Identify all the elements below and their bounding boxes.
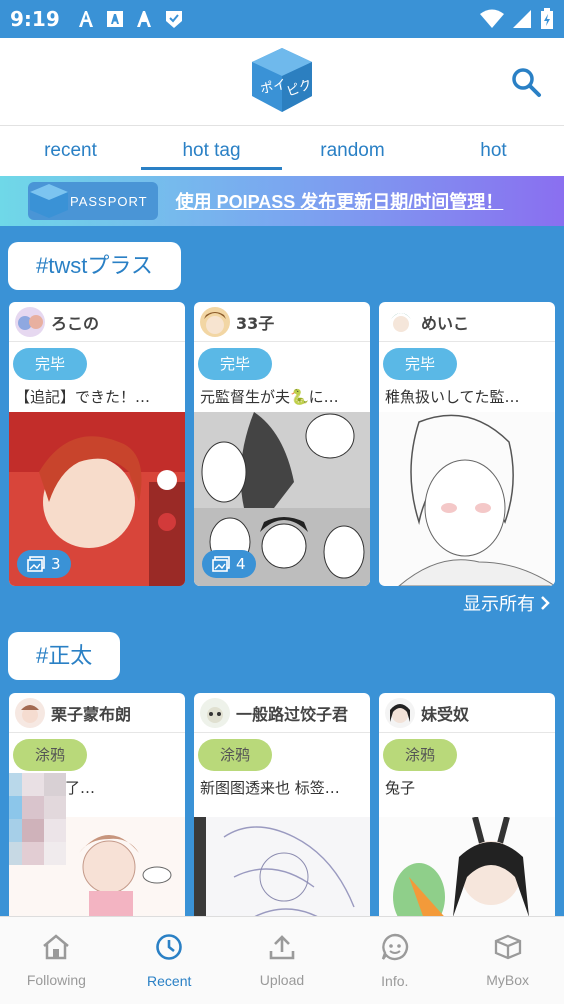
chevron-right-icon bbox=[541, 596, 550, 610]
avatar bbox=[200, 697, 230, 728]
nav-upload[interactable]: Upload bbox=[226, 917, 339, 1004]
status-badge: 涂鸦 bbox=[383, 739, 458, 771]
card-header[interactable]: ろこの bbox=[9, 302, 185, 342]
post-card[interactable]: 一般路过饺子君 涂鸦 新图图透来也 标签… bbox=[194, 693, 370, 933]
nav-label: Info. bbox=[381, 972, 409, 989]
wifi-icon bbox=[480, 9, 504, 28]
tab-random[interactable]: random bbox=[282, 126, 423, 176]
search-icon[interactable] bbox=[510, 66, 542, 98]
status-badge: 完毕 bbox=[383, 348, 458, 380]
tab-hot-tag[interactable]: hot tag bbox=[141, 126, 282, 176]
post-card[interactable]: 33子 完毕 元監督生が夫🐍に… 4 bbox=[194, 302, 370, 586]
post-description: 兔子 bbox=[385, 779, 416, 797]
chat-icon bbox=[381, 933, 408, 960]
app-header: ポイ ピク bbox=[0, 38, 564, 126]
font-box-icon bbox=[106, 11, 123, 27]
post-card[interactable]: めいこ 完毕 稚魚扱いしてた監… bbox=[379, 302, 555, 586]
font-a2-icon bbox=[136, 11, 151, 27]
show-all-link[interactable]: 显示所有 bbox=[463, 590, 550, 616]
user-name: 33子 bbox=[236, 313, 275, 333]
nav-label: Upload bbox=[259, 971, 305, 988]
image-count-badge: 3 bbox=[17, 550, 71, 578]
card-header[interactable]: 妹受奴 bbox=[379, 693, 555, 733]
avatar bbox=[200, 306, 230, 337]
nav-recent[interactable]: Recent bbox=[113, 917, 226, 1004]
images-icon bbox=[212, 556, 230, 572]
user-name: 妹受奴 bbox=[421, 704, 470, 724]
user-name: ろこの bbox=[51, 313, 100, 333]
signal-icon bbox=[513, 10, 531, 28]
home-icon bbox=[43, 933, 70, 959]
card-header[interactable]: 栗子蒙布朗 bbox=[9, 693, 185, 733]
status-time: 9:19 bbox=[10, 7, 60, 31]
card-header[interactable]: 一般路过饺子君 bbox=[194, 693, 370, 733]
post-thumbnail bbox=[379, 412, 555, 586]
image-count: 3 bbox=[51, 555, 61, 573]
banner-link[interactable]: 使用 POIPASS 发布更新日期/时间管理！ bbox=[176, 188, 504, 214]
bottom-navigation: Following Recent Upload Info. MyBox bbox=[0, 916, 564, 1004]
nav-label: Following bbox=[26, 971, 86, 988]
battery-icon bbox=[541, 8, 553, 29]
image-count-badge: 4 bbox=[202, 550, 256, 578]
font-a-icon bbox=[78, 11, 93, 27]
status-bar: 9:19 bbox=[0, 0, 564, 38]
image-count: 4 bbox=[236, 555, 246, 573]
card-header[interactable]: 33子 bbox=[194, 302, 370, 342]
blurred-overlay bbox=[9, 773, 66, 865]
shield-check-icon bbox=[165, 11, 182, 28]
post-description: 【追記】できた！… bbox=[15, 388, 151, 406]
nav-mybox[interactable]: MyBox bbox=[451, 917, 564, 1004]
avatar bbox=[385, 697, 415, 728]
hashtag-twst[interactable]: #twstプラス bbox=[8, 242, 181, 290]
tab-recent[interactable]: recent bbox=[0, 126, 141, 176]
passport-banner[interactable]: PASSPORT 使用 POIPASS 发布更新日期/时间管理！ bbox=[0, 176, 564, 226]
card-header[interactable]: めいこ bbox=[379, 302, 555, 342]
tab-hot[interactable]: hot bbox=[423, 126, 564, 176]
hashtag-shota[interactable]: #正太 bbox=[8, 632, 121, 680]
images-icon bbox=[27, 556, 45, 572]
upload-icon bbox=[269, 934, 295, 959]
tab-bar: recent hot tag random hot bbox=[0, 126, 564, 176]
post-card[interactable]: 栗子蒙布朗 涂鸦 了… bbox=[9, 693, 185, 933]
post-description: 元監督生が夫🐍に… bbox=[200, 388, 339, 406]
passport-box-icon bbox=[30, 184, 68, 218]
notification-icons bbox=[76, 9, 184, 29]
user-name: 栗子蒙布朗 bbox=[51, 704, 132, 724]
passport-label: PASSPORT bbox=[70, 193, 148, 209]
post-description: 新图图透来也 标签… bbox=[200, 779, 340, 797]
clock-icon bbox=[156, 933, 182, 960]
show-all-label: 显示所有 bbox=[462, 594, 535, 614]
post-card[interactable]: 妹受奴 涂鸦 兔子 bbox=[379, 693, 555, 933]
nav-following[interactable]: Following bbox=[0, 917, 113, 1004]
poipiku-logo-icon[interactable]: ポイ ピク bbox=[248, 46, 316, 114]
status-badge: 完毕 bbox=[13, 348, 88, 380]
avatar bbox=[15, 697, 45, 728]
status-badge: 涂鸦 bbox=[13, 739, 88, 771]
nav-label: MyBox bbox=[486, 971, 529, 988]
post-description: 稚魚扱いしてた監… bbox=[385, 388, 520, 406]
user-name: 一般路过饺子君 bbox=[236, 704, 349, 724]
avatar bbox=[385, 306, 415, 337]
status-badge: 完毕 bbox=[198, 348, 273, 380]
passport-badge: PASSPORT bbox=[28, 182, 158, 220]
user-name: めいこ bbox=[421, 313, 470, 333]
nav-label: Recent bbox=[147, 972, 192, 989]
status-badge: 涂鸦 bbox=[198, 739, 273, 771]
post-card[interactable]: ろこの 完毕 【追記】できた！… 3 bbox=[9, 302, 185, 586]
nav-info[interactable]: Info. bbox=[338, 917, 451, 1004]
box-icon bbox=[494, 934, 521, 959]
avatar bbox=[15, 306, 45, 337]
